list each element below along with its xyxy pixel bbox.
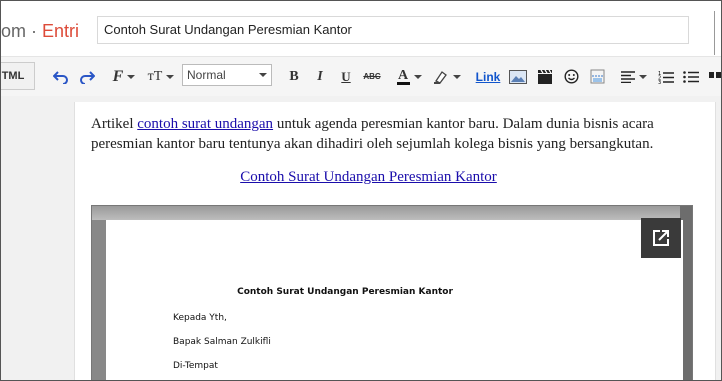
bulleted-list-icon[interactable]	[681, 57, 701, 96]
bold-icon[interactable]: B	[285, 57, 303, 96]
document-title: Contoh Surat Undangan Peresmian Kantor	[237, 287, 453, 297]
jump-break-icon[interactable]	[587, 57, 607, 96]
inline-article-link[interactable]: contoh surat undangan	[137, 116, 273, 132]
html-mode-button[interactable]: TML	[1, 62, 35, 90]
font-family-icon[interactable]: F	[109, 57, 139, 96]
editor-header: om · Entri Contoh Surat Undangan Peresmi…	[1, 1, 721, 56]
font-size-icon[interactable]: тT	[145, 57, 177, 96]
breadcrumb-separator: ·	[26, 21, 43, 41]
video-icon[interactable]	[535, 57, 555, 96]
blogger-editor-window: om · Entri Contoh Surat Undangan Peresmi…	[0, 0, 722, 381]
brand-name[interactable]: om	[1, 21, 26, 41]
breadcrumb: om · Entri	[1, 21, 79, 42]
centered-title-link[interactable]: Contoh Surat Undangan Peresmian Kantor	[91, 169, 646, 186]
italic-icon[interactable]: I	[311, 57, 329, 96]
image-icon[interactable]	[508, 57, 528, 96]
undo-icon[interactable]	[51, 57, 71, 96]
article-paragraph[interactable]: Artikel contoh surat undangan untuk agen…	[91, 114, 701, 154]
strikethrough-icon[interactable]: ABC	[361, 57, 383, 96]
underline-icon[interactable]: U	[337, 57, 355, 96]
post-title-input[interactable]: Contoh Surat Undangan Peresmian Kantor	[97, 16, 689, 44]
paragraph-format-select[interactable]: Normal	[182, 64, 272, 86]
text-color-icon[interactable]: A	[393, 57, 425, 96]
align-icon[interactable]	[619, 57, 649, 96]
formatting-toolbar: TML F тT Normal B I U ABC A Link 1 2 3	[1, 56, 721, 97]
document-line: Kepada Yth,	[173, 313, 227, 323]
chevron-down-icon	[259, 73, 267, 77]
emoji-icon[interactable]	[561, 57, 581, 96]
link-button[interactable]: Link	[473, 57, 503, 96]
numbered-list-icon[interactable]: 123	[656, 57, 676, 96]
para-text-start: Artikel	[91, 116, 138, 132]
format-select-value: Normal	[187, 68, 226, 82]
highlight-icon[interactable]	[431, 57, 463, 96]
document-line: Di-Tempat	[173, 361, 218, 371]
document-line: Bapak Salman Zulkifli	[173, 337, 271, 347]
viewer-top-bar	[92, 206, 692, 220]
header-edge	[714, 11, 721, 55]
redo-icon[interactable]	[77, 57, 97, 96]
svg-text:3: 3	[658, 80, 661, 84]
breadcrumb-section: Entri	[42, 21, 80, 41]
quote-icon[interactable]	[707, 57, 721, 96]
document-page	[106, 220, 683, 380]
popout-icon[interactable]	[641, 218, 681, 258]
